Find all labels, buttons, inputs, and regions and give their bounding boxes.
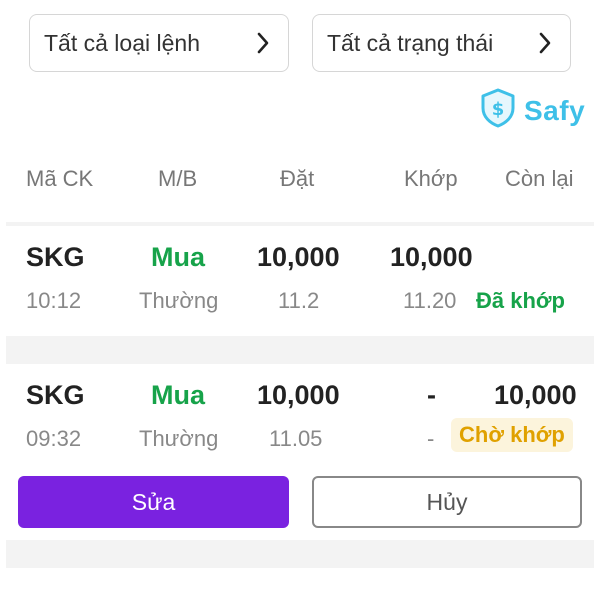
column-placed: Đặt <box>280 166 315 191</box>
order-type: Thường <box>139 288 219 313</box>
matched-quantity: 10,000 <box>390 242 473 272</box>
status-badge: Chờ khớp <box>451 418 573 452</box>
cancel-order-button[interactable]: Hủy <box>312 476 582 528</box>
remaining-quantity: 10,000 <box>494 380 577 410</box>
column-symbol: Mã CK <box>26 166 94 191</box>
safy-logo: $ Safy <box>480 88 585 133</box>
matched-quantity: - <box>427 380 436 410</box>
shield-dollar-icon: $ <box>480 88 516 133</box>
matched-price: 11.20 <box>403 288 457 313</box>
orders-table-header: Mã CK M/B Đặt Khớp Còn lại <box>0 166 600 196</box>
column-side: M/B <box>158 166 198 191</box>
order-row[interactable]: SKG 10:12 Mua Thường 10,000 11.2 10,000 … <box>6 226 594 336</box>
placed-quantity: 10,000 <box>257 380 340 410</box>
order-type-filter[interactable]: Tất cả loại lệnh <box>29 14 289 72</box>
order-type: Thường <box>139 426 219 451</box>
status-filter-label: Tất cả trạng thái <box>327 29 494 56</box>
order-side: Mua <box>151 380 205 410</box>
edit-order-button[interactable]: Sửa <box>18 476 289 528</box>
order-time: 09:32 <box>26 426 82 451</box>
status-badge: Đã khớp <box>476 288 565 313</box>
order-type-filter-label: Tất cả loại lệnh <box>44 29 200 56</box>
order-symbol: SKG <box>26 242 85 272</box>
column-matched: Khớp <box>404 166 458 191</box>
placed-price: 11.05 <box>269 426 323 451</box>
svg-text:$: $ <box>492 99 505 120</box>
order-time: 10:12 <box>26 288 82 313</box>
chevron-right-icon <box>534 32 556 54</box>
chevron-right-icon <box>252 32 274 54</box>
order-side: Mua <box>151 242 205 272</box>
placed-price: 11.2 <box>278 288 320 313</box>
matched-price: - <box>427 426 435 451</box>
placed-quantity: 10,000 <box>257 242 340 272</box>
logo-text: Safy <box>524 94 586 126</box>
order-symbol: SKG <box>26 380 85 410</box>
status-filter[interactable]: Tất cả trạng thái <box>312 14 571 72</box>
list-background <box>6 540 594 568</box>
column-remaining: Còn lại <box>505 166 574 191</box>
